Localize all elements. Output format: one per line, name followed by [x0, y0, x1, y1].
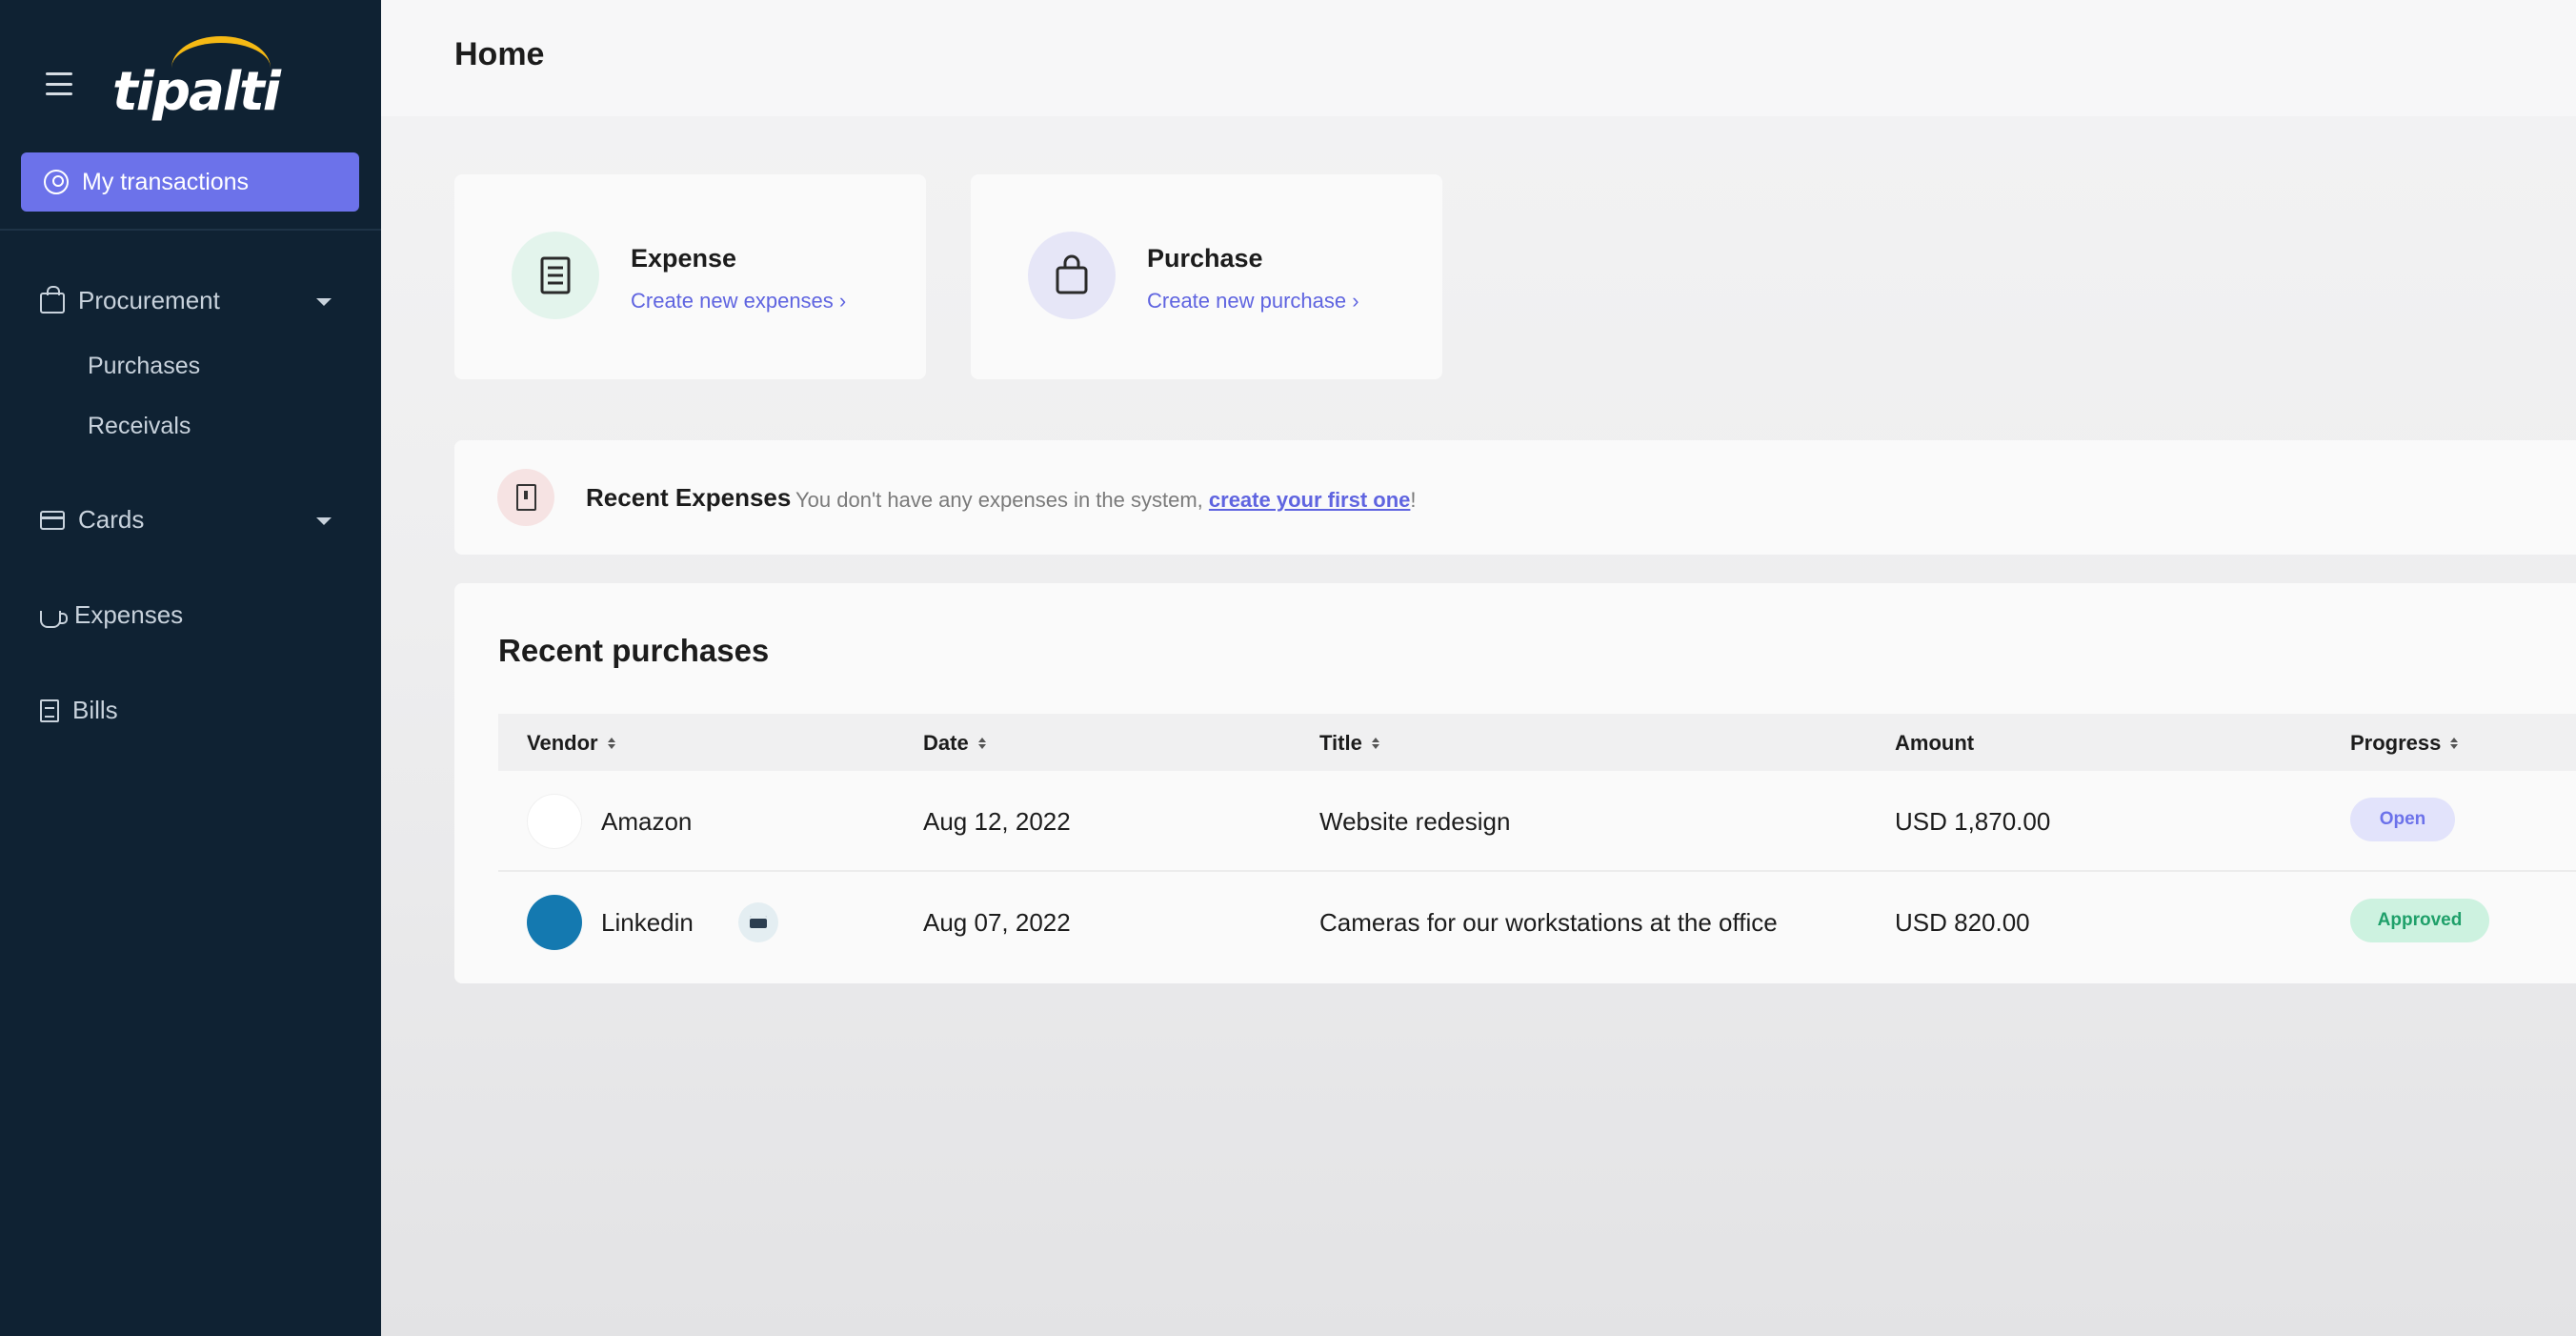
shopping-bag-icon — [40, 285, 65, 314]
table-header: Vendor Date Title Amount Progress — [498, 714, 2576, 771]
sort-icon[interactable] — [977, 738, 986, 749]
top-bar: Home — [381, 0, 2576, 116]
sidebar-item-cards[interactable]: Cards — [40, 505, 144, 535]
sidebar: tipalti My transactions Procurement Purc… — [0, 0, 381, 1336]
chevron-down-icon[interactable] — [316, 298, 332, 306]
shopping-bag-icon — [1056, 254, 1088, 294]
empty-message: You don't have any expenses in the syste… — [795, 488, 1209, 512]
my-transactions-button[interactable]: My transactions — [21, 152, 359, 212]
purchase-date: Aug 07, 2022 — [923, 908, 1071, 937]
column-label: Vendor — [527, 731, 598, 755]
sidebar-item-label: Cards — [78, 505, 145, 534]
create-new-purchase-link[interactable]: Create new purchase › — [1147, 289, 1359, 314]
bag-icon-circle — [1028, 232, 1116, 319]
column-amount: Amount — [1895, 731, 1974, 756]
column-label: Date — [923, 731, 969, 755]
sort-icon[interactable] — [1371, 738, 1379, 749]
purchase-title: Website redesign — [1319, 807, 1511, 836]
column-label: Amount — [1895, 731, 1975, 755]
credit-card-icon — [738, 902, 778, 942]
purchase-title: Cameras for our workstations at the offi… — [1319, 908, 1778, 937]
user-circle-icon — [44, 170, 69, 194]
recent-purchases-title: Recent purchases — [498, 633, 770, 668]
column-title[interactable]: Title — [1319, 731, 1379, 756]
recent-expenses-title: Recent Expenses — [586, 483, 792, 512]
main-content: Home Expense Create new expenses › Purch… — [381, 0, 2576, 1336]
expense-card-title: Expense — [631, 244, 737, 273]
purchase-card[interactable]: Purchase Create new purchase › — [971, 174, 1442, 379]
vendor-logo — [527, 895, 582, 950]
bill-icon — [40, 698, 59, 722]
purchase-amount: USD 1,870.00 — [1895, 807, 2051, 836]
create-first-expense-link[interactable]: create your first one — [1209, 488, 1411, 512]
tipalti-logo[interactable]: tipalti — [112, 36, 281, 123]
credit-card-icon — [40, 510, 65, 530]
recent-purchases-panel: Recent purchases Vendor Date Title Amoun… — [454, 583, 2576, 983]
sidebar-item-purchases[interactable]: Purchases — [88, 353, 200, 380]
page-title: Home — [454, 36, 545, 72]
purchase-card-title: Purchase — [1147, 244, 1263, 273]
expense-card[interactable]: Expense Create new expenses › — [454, 174, 926, 379]
column-label: Progress — [2350, 731, 2442, 755]
hamburger-icon[interactable] — [46, 72, 72, 95]
recent-expenses-message: You don't have any expenses in the syste… — [795, 488, 1417, 513]
vendor-name: Amazon — [601, 807, 693, 836]
create-new-expenses-link[interactable]: Create new expenses › — [631, 289, 846, 314]
status-badge: Open — [2350, 798, 2455, 841]
sidebar-item-expenses[interactable]: Expenses — [40, 600, 183, 630]
column-label: Title — [1319, 731, 1362, 755]
sidebar-item-procurement[interactable]: Procurement — [40, 285, 220, 315]
sidebar-item-receivals[interactable]: Receivals — [88, 413, 191, 440]
recent-expenses-panel: Recent Expenses You don't have any expen… — [454, 440, 2576, 555]
my-transactions-label: My transactions — [82, 168, 250, 195]
sort-icon[interactable] — [607, 738, 615, 749]
vendor-logo — [527, 794, 582, 849]
purchase-amount: USD 820.00 — [1895, 908, 2030, 937]
expense-report-icon — [497, 469, 554, 526]
sort-icon[interactable] — [2450, 738, 2459, 749]
sidebar-item-label: Expenses — [74, 600, 184, 629]
receipt-icon-circle — [512, 232, 599, 319]
column-date[interactable]: Date — [923, 731, 986, 756]
receipt-icon — [540, 256, 571, 294]
status-badge: Approved — [2350, 899, 2489, 942]
cup-icon — [40, 610, 68, 628]
message-suffix: ! — [1410, 488, 1417, 512]
logo-text: tipalti — [112, 61, 281, 123]
table-row[interactable]: Amazon Aug 12, 2022 Website redesign USD… — [498, 771, 2576, 872]
chevron-down-icon[interactable] — [316, 517, 332, 525]
sidebar-item-label: Bills — [72, 696, 118, 724]
column-vendor[interactable]: Vendor — [527, 731, 615, 756]
sidebar-item-bills[interactable]: Bills — [40, 696, 118, 725]
purchase-date: Aug 12, 2022 — [923, 807, 1071, 836]
sidebar-divider — [0, 229, 381, 231]
vendor-name: Linkedin — [601, 908, 694, 937]
table-row[interactable]: Linkedin Aug 07, 2022 Cameras for our wo… — [498, 872, 2576, 973]
column-progress[interactable]: Progress — [2350, 731, 2459, 756]
sidebar-item-label: Procurement — [78, 286, 220, 314]
